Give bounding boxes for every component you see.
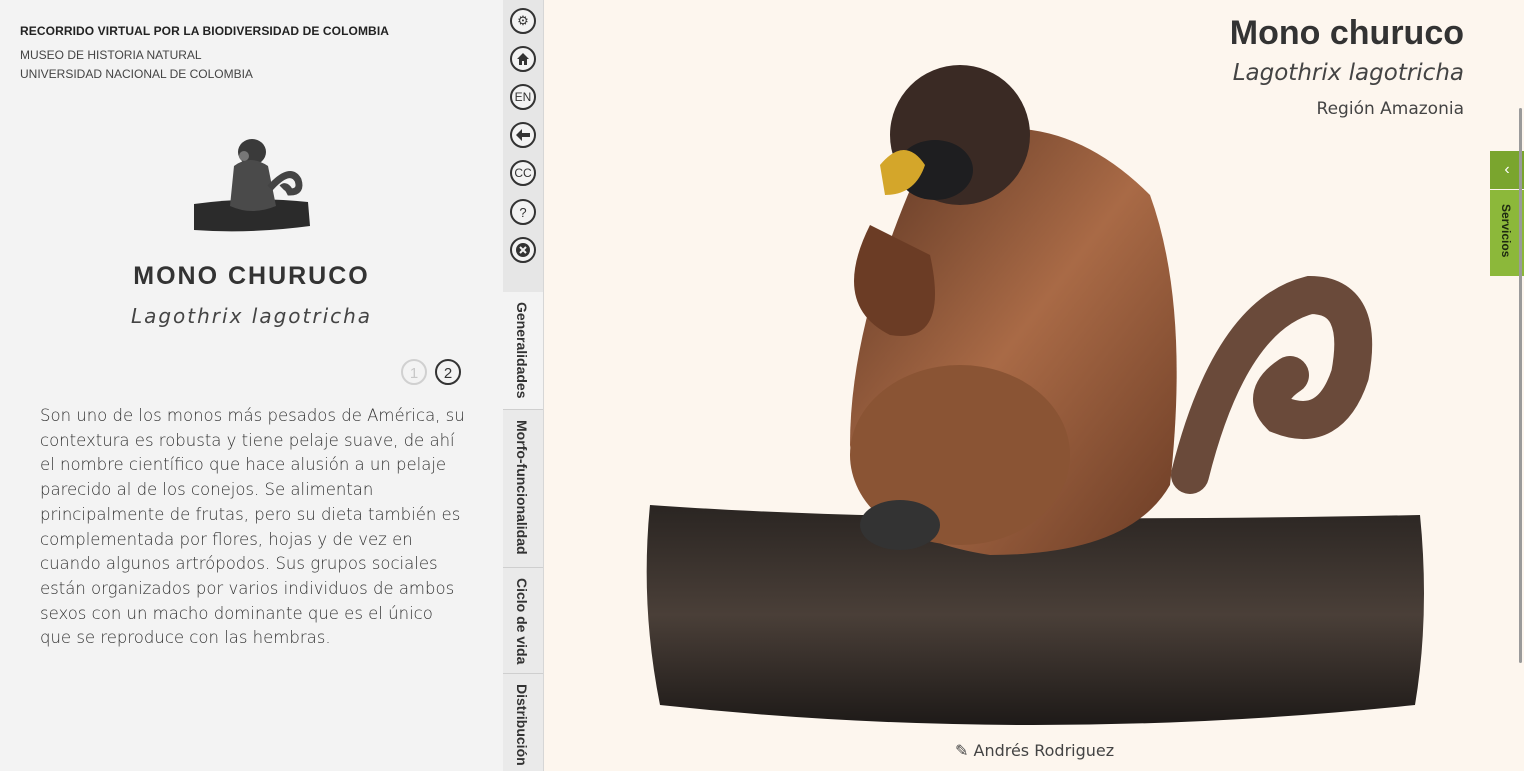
monkey-illustration xyxy=(646,65,1424,725)
tab-label: Morfo-funcionalidad xyxy=(514,420,530,555)
species-description: Son uno de los monos más pesados de Amér… xyxy=(40,406,465,648)
gear-icon: ⚙ xyxy=(517,13,529,28)
tab-label: Generalidades xyxy=(514,302,530,399)
section-tabs: Generalidades Morfo-funcionalidad Ciclo … xyxy=(503,292,544,771)
arrow-left-icon xyxy=(516,129,530,141)
language-label: EN xyxy=(514,90,532,104)
tab-morfo-funcionalidad[interactable]: Morfo-funcionalidad xyxy=(503,410,543,568)
close-button[interactable] xyxy=(510,237,536,263)
home-icon xyxy=(517,53,529,65)
tab-label: Distribución xyxy=(514,684,530,766)
cc-button[interactable]: CC xyxy=(510,160,536,186)
museum-name: MUSEO DE HISTORIA NATURAL xyxy=(20,48,202,62)
page-2-button[interactable]: 2 xyxy=(435,359,461,385)
species-thumbnail xyxy=(194,139,310,232)
help-button[interactable]: ? xyxy=(510,199,536,225)
page-title: Mono churuco xyxy=(1229,14,1464,52)
close-icon xyxy=(516,243,530,257)
page-1-button[interactable]: 1 xyxy=(401,359,427,385)
tab-distribucion[interactable]: Distribución xyxy=(503,674,543,771)
settings-button[interactable]: ⚙ xyxy=(510,8,536,34)
back-button[interactable] xyxy=(510,122,536,148)
help-label: ? xyxy=(519,204,527,220)
home-button[interactable] xyxy=(510,46,536,72)
tab-generalidades[interactable]: Generalidades xyxy=(503,292,543,410)
tool-bar: ⚙ EN CC ? xyxy=(503,0,544,292)
species-name: MONO CHURUCO xyxy=(133,262,370,290)
chevron-left-icon: ‹ xyxy=(1504,161,1510,178)
university-name: UNIVERSIDAD NACIONAL DE COLOMBIA xyxy=(20,67,253,81)
scrollbar[interactable] xyxy=(1519,108,1522,663)
tab-label: Ciclo de vida xyxy=(514,578,530,665)
language-button[interactable]: EN xyxy=(510,84,536,110)
site-title: RECORRIDO VIRTUAL POR LA BIODIVERSIDAD D… xyxy=(20,24,390,38)
illustration-credit: ✎ Andrés Rodriguez xyxy=(955,741,1115,760)
info-panel: RECORRIDO VIRTUAL POR LA BIODIVERSIDAD D… xyxy=(0,0,503,771)
tab-ciclo-de-vida[interactable]: Ciclo de vida xyxy=(503,568,543,674)
cc-label: CC xyxy=(514,166,532,180)
species-scientific-name: Lagothrix lagotricha xyxy=(130,304,373,328)
services-label: Servicios xyxy=(1499,204,1513,258)
